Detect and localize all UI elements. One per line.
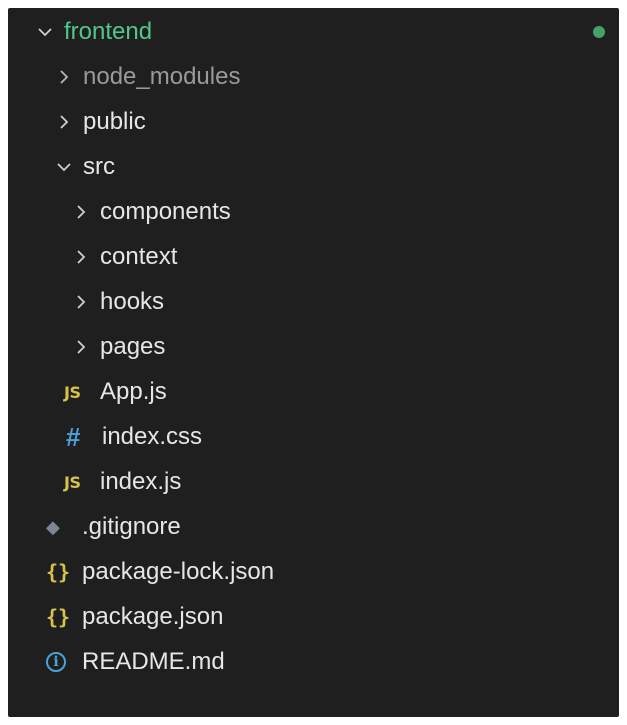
folder-label: components [100, 198, 231, 225]
tree-file-gitignore[interactable]: ◆ .gitignore [8, 507, 619, 547]
folder-label: hooks [100, 288, 165, 315]
chevron-right-icon [53, 111, 75, 133]
tree-folder-src[interactable]: src [8, 147, 619, 187]
folder-label: frontend [64, 18, 153, 45]
git-status-dot [593, 26, 605, 38]
file-label: README.md [82, 648, 225, 675]
javascript-file-icon: JS [64, 382, 81, 402]
info-file-icon: i [46, 652, 76, 672]
tree-folder-context[interactable]: context [8, 237, 619, 277]
file-label: package-lock.json [82, 558, 275, 585]
tree-file-index-js[interactable]: JS index.js [8, 462, 619, 502]
folder-label: public [83, 108, 146, 135]
tree-folder-node-modules[interactable]: node_modules [8, 57, 619, 97]
json-file-icon: {} [46, 605, 71, 629]
git-file-icon: ◆ [46, 516, 60, 537]
chevron-down-icon [34, 21, 56, 43]
file-label: App.js [100, 378, 167, 405]
file-label: package.json [82, 603, 224, 630]
css-file-icon: # [66, 421, 81, 452]
chevron-right-icon [53, 66, 75, 88]
file-explorer: frontend node_modules public src compone… [8, 8, 619, 717]
tree-folder-pages[interactable]: pages [8, 327, 619, 367]
file-label: .gitignore [82, 513, 181, 540]
chevron-down-icon [53, 156, 75, 178]
folder-label: src [83, 153, 115, 180]
chevron-right-icon [70, 291, 92, 313]
chevron-right-icon [70, 336, 92, 358]
tree-folder-hooks[interactable]: hooks [8, 282, 619, 322]
info-icon: i [46, 652, 66, 672]
json-file-icon: {} [46, 560, 71, 584]
file-label: index.js [100, 468, 182, 495]
tree-folder-frontend[interactable]: frontend [8, 12, 619, 52]
tree-folder-components[interactable]: components [8, 192, 619, 232]
folder-label: node_modules [83, 63, 241, 90]
file-label: index.css [102, 423, 203, 450]
chevron-right-icon [70, 201, 92, 223]
tree-file-readme-md[interactable]: i README.md [8, 642, 619, 682]
tree-file-package-json[interactable]: {} package.json [8, 597, 619, 637]
folder-label: pages [100, 333, 166, 360]
tree-folder-public[interactable]: public [8, 102, 619, 142]
tree-file-app-js[interactable]: JS App.js [8, 372, 619, 412]
javascript-file-icon: JS [64, 472, 81, 492]
folder-label: context [100, 243, 178, 270]
tree-file-package-lock-json[interactable]: {} package-lock.json [8, 552, 619, 592]
tree-file-index-css[interactable]: # index.css [8, 417, 619, 457]
chevron-right-icon [70, 246, 92, 268]
